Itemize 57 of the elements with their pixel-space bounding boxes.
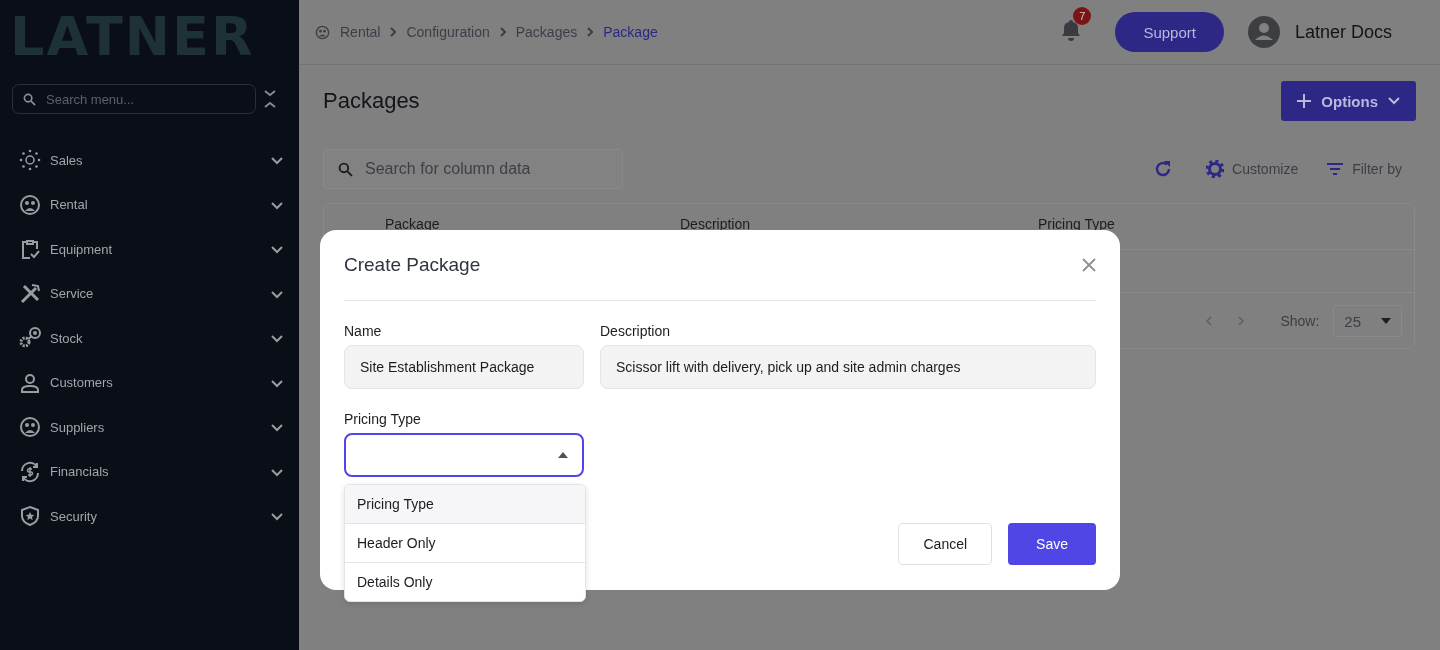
sidebar-item[interactable]: Rental <box>12 182 287 227</box>
shield-star-icon <box>19 505 41 528</box>
notification-badge: 7 <box>1073 7 1092 25</box>
avatar-icon[interactable] <box>1247 16 1280 48</box>
save-button[interactable]: Save <box>1008 523 1096 565</box>
column-header: Package <box>385 216 441 232</box>
face-icon <box>19 193 41 216</box>
face-icon <box>315 24 330 40</box>
search-icon <box>23 92 36 106</box>
tools-icon <box>19 282 41 305</box>
sidebar-item[interactable]: Financials <box>12 449 287 494</box>
sidebar-item[interactable]: Customers <box>12 360 287 405</box>
clipboard-check-icon <box>19 238 41 261</box>
page-title: Packages <box>323 88 421 114</box>
options-button[interactable]: Options <box>1281 81 1416 121</box>
filter-icon <box>1326 162 1345 176</box>
plus-icon <box>1297 94 1312 108</box>
sidebar-item[interactable]: Service <box>12 271 287 316</box>
dropdown-option[interactable]: Header Only <box>345 523 585 562</box>
chevron-right-icon <box>390 27 397 37</box>
select-field[interactable] <box>344 433 584 477</box>
caret-up-icon <box>558 452 568 458</box>
sidebar-item[interactable]: Equipment <box>12 227 287 272</box>
search-icon <box>338 161 353 177</box>
chevron-down-icon <box>1388 97 1400 105</box>
dropdown-option[interactable]: Details Only <box>345 562 585 601</box>
gears-icon <box>18 327 42 350</box>
sidebar-item[interactable]: Suppliers <box>12 405 287 450</box>
column-header: Description <box>680 216 752 232</box>
field-label: Description <box>600 323 672 339</box>
field-label: Pricing Type <box>344 411 422 427</box>
input-field[interactable]: Site Establishment Package <box>344 345 584 389</box>
field-label: Name <box>344 323 383 339</box>
refresh-icon[interactable] <box>1154 160 1173 178</box>
collapse-icon[interactable] <box>264 90 276 108</box>
close-icon[interactable] <box>1082 258 1096 272</box>
input-field[interactable]: Scissor lift with delivery, pick up and site admin charges <box>600 345 1096 389</box>
sidebar-item[interactable]: Sales <box>12 138 287 183</box>
user-name: Latner Docs <box>1294 21 1392 43</box>
show-label: Show: <box>1280 313 1320 329</box>
bell-icon[interactable] <box>1061 19 1082 41</box>
gear-icon <box>1206 160 1225 178</box>
chevron-left-icon[interactable] <box>1206 316 1213 326</box>
chevron-right-icon <box>587 27 594 37</box>
cancel-button[interactable]: Cancel <box>898 523 993 565</box>
caret-down-icon <box>1381 318 1391 324</box>
sidebar-item[interactable]: Security <box>12 494 287 539</box>
dropdown-option[interactable]: Pricing Type <box>345 485 585 523</box>
chevron-right-icon <box>499 27 506 37</box>
network-icon <box>19 149 41 172</box>
sidebar-item[interactable]: Stock <box>12 316 287 361</box>
chevron-right-icon[interactable] <box>1238 316 1245 326</box>
dollar-cycle-icon <box>19 460 41 483</box>
support-button[interactable]: Support <box>1115 12 1224 52</box>
person-icon <box>19 371 41 394</box>
dialog-title: Create Package <box>344 254 482 276</box>
face-icon <box>19 416 41 439</box>
